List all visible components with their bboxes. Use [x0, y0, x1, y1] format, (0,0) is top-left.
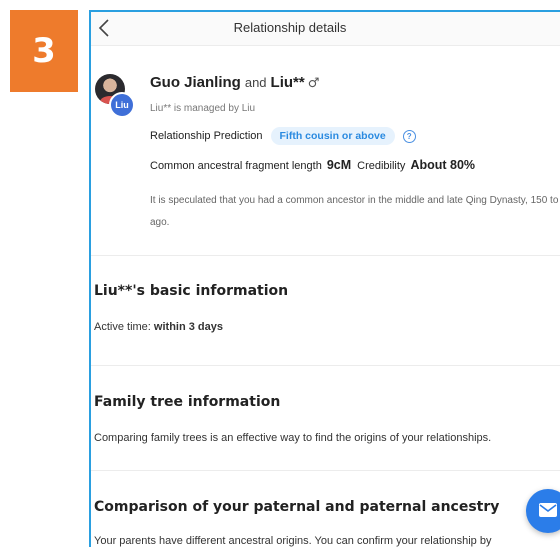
and-word: and [244, 75, 267, 90]
active-time-value: within 3 days [153, 321, 223, 333]
ancestry-text: Your parents have different ancestral or… [94, 535, 492, 547]
step-number-badge: 3 [10, 10, 78, 92]
credibility-label: Credibility [357, 160, 406, 172]
male-gender-icon: ♂ [307, 76, 320, 91]
basic-info-heading: Liu**'s basic information [94, 283, 289, 299]
divider [91, 255, 560, 256]
ancestry-heading: Comparison of your paternal and paternal… [94, 499, 500, 515]
ancestor-description: It is speculated that you had a common a… [150, 195, 560, 228]
navigation-bar: Relationship details [91, 12, 560, 46]
relationship-names: Guo Jianling and Liu** ♂ [150, 74, 319, 91]
divider [91, 365, 560, 366]
prediction-label: Relationship Prediction [150, 130, 263, 142]
basic-info-section: Liu**'s basic information Active time: w… [94, 283, 288, 333]
fragment-row: Common ancestral fragment length 9cM Credi… [150, 158, 475, 172]
family-tree-section: Family tree information Comparing family… [94, 394, 491, 444]
family-tree-heading: Family tree information [94, 394, 281, 410]
fragment-label: Common ancestral fragment length [150, 160, 322, 172]
managed-note: Liu** is managed by Liu [150, 103, 256, 114]
active-time-line: Active time: within 3 days [94, 321, 288, 333]
page-title: Relationship details [233, 20, 347, 35]
phone-screen: Relationship details Liu Guo Jianling and… [89, 10, 560, 547]
ancestry-section: Comparison of your paternal and paternal… [94, 499, 499, 547]
person-b-name: Liu** [270, 74, 305, 91]
relationship-summary-card: Liu Guo Jianling and Liu** ♂ Liu** is manag… [91, 72, 560, 255]
person-a-name: Guo Jianling [150, 74, 241, 91]
credibility-value: About 80% [410, 158, 476, 172]
fragment-value: 9cM [326, 158, 352, 172]
active-time-label: Active time: [94, 321, 151, 333]
prediction-value-pill: Fifth cousin or above [270, 127, 395, 145]
divider [91, 470, 560, 471]
family-tree-text: Comparing family trees is an effective w… [94, 432, 492, 444]
prediction-row: Relationship Prediction Fifth cousin or … [150, 127, 416, 145]
message-icon [539, 503, 557, 517]
relative-avatar: Liu [109, 92, 135, 118]
help-icon[interactable]: ? [402, 129, 416, 143]
